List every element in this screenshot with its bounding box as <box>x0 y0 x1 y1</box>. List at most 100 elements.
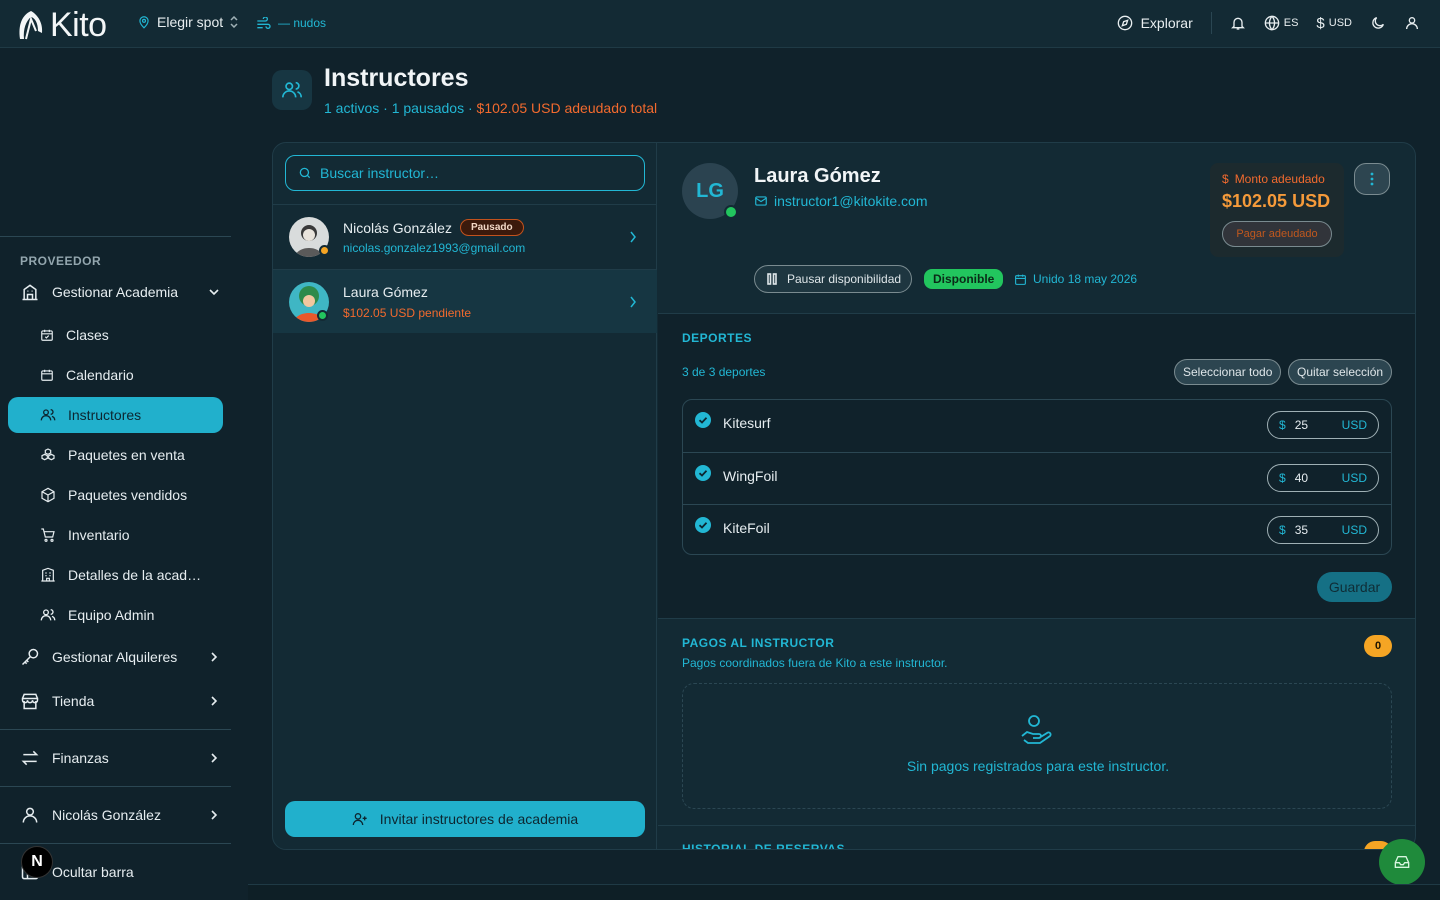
pay-owed-button[interactable]: Pagar adeudado <box>1222 221 1332 247</box>
sidebar-item-label: Paquetes vendidos <box>68 487 188 503</box>
paused-badge: Pausado <box>459 219 524 236</box>
sidebar-store[interactable]: Tienda <box>20 691 220 711</box>
more-options-button[interactable] <box>1354 163 1390 195</box>
select-all-button[interactable]: Seleccionar todo <box>1174 359 1282 385</box>
sidebar-item-inventario[interactable]: Inventario <box>40 527 129 543</box>
sidebar-item-equipo[interactable]: Equipo Admin <box>40 607 154 623</box>
sidebar-manage-rentals[interactable]: Gestionar Alquileres <box>20 647 220 667</box>
sports-list: Kitesurf $25 USD WingFoil $40 USD KiteFoil… <box>682 399 1392 555</box>
payments-count-badge: 0 <box>1364 635 1392 657</box>
building-detail-icon <box>41 567 55 582</box>
sidebar-manage-rentals-label: Gestionar Alquileres <box>52 649 178 665</box>
explore-label: Explorar <box>1140 15 1193 31</box>
save-button[interactable]: Guardar <box>1317 572 1392 602</box>
sidebar-manage-academy[interactable]: Gestionar Academia <box>20 282 220 302</box>
building-icon <box>22 284 38 301</box>
map-pin-icon <box>139 16 149 29</box>
sidebar-item-label: Calendario <box>66 367 134 383</box>
instructor-pending: $102.05 USD pendiente <box>343 306 472 320</box>
payments-empty-state: Sin pagos registrados para este instruct… <box>682 683 1392 809</box>
page-icon <box>272 70 312 110</box>
sidebar-item-instructores[interactable]: Instructores <box>8 397 223 433</box>
instructor-name: Laura Gómez <box>343 284 428 300</box>
sport-name: KiteFoil <box>723 520 770 536</box>
check-circle-icon[interactable] <box>695 465 711 481</box>
inbox-fab[interactable] <box>1379 839 1425 885</box>
instructors-card: Buscar instructor… Nicolás González Paus… <box>272 142 1416 850</box>
language-selector[interactable]: ES <box>1264 15 1298 31</box>
amount-owed-label: $ Monto adeudado <box>1222 172 1325 186</box>
paused-status-dot <box>319 245 330 256</box>
sport-name: WingFoil <box>723 468 778 484</box>
page-title: Instructores <box>324 64 469 92</box>
invite-instructors-button[interactable]: Invitar instructores de academia <box>285 801 645 837</box>
calendar-icon <box>41 369 53 381</box>
pause-availability-button[interactable]: Pausar disponibilidad <box>754 265 913 293</box>
sidebar-divider <box>0 843 231 844</box>
sidebar-manage-academy-label: Gestionar Academia <box>52 284 179 300</box>
kito-logo[interactable]: Kito <box>16 6 107 45</box>
sidebar-item-paquetes-venta[interactable]: Paquetes en venta <box>40 447 185 463</box>
search-input[interactable]: Buscar instructor… <box>285 155 645 191</box>
sidebar-item-label: Inventario <box>68 527 130 543</box>
compass-icon <box>1117 15 1132 31</box>
arrows-swap-icon <box>21 750 39 766</box>
sport-price-input[interactable]: $25 USD <box>1267 411 1379 439</box>
sidebar-item-label: Detalles de la acad… <box>68 567 202 583</box>
chevron-right-icon <box>211 810 218 820</box>
sidebar-item-label: Instructores <box>68 407 142 423</box>
brand-name: Kito <box>50 6 107 44</box>
moon-icon[interactable] <box>1370 15 1386 31</box>
profile-email[interactable]: instructor1@kitokite.com <box>754 193 927 209</box>
sport-row[interactable]: Kitesurf $25 USD <box>683 400 1391 452</box>
chevron-right-icon <box>211 753 218 763</box>
instructor-email: nicolas.gonzalez1993@gmail.com <box>343 241 526 255</box>
chevron-right-icon <box>630 296 636 308</box>
currency-selector[interactable]: $ USD <box>1316 15 1352 32</box>
explore-button[interactable]: Explorar <box>1117 15 1193 31</box>
instructor-row[interactable]: Nicolás González Pausado nicolas.gonzale… <box>273 204 657 268</box>
sidebar-finance[interactable]: Finanzas <box>20 748 220 768</box>
footer-strip <box>248 884 1440 900</box>
invite-label: Invitar instructores de academia <box>379 811 579 827</box>
sidebar-item-paquetes-vendidos[interactable]: Paquetes vendidos <box>40 487 187 503</box>
pause-icon <box>767 273 777 285</box>
sidebar-item-calendario[interactable]: Calendario <box>40 367 134 383</box>
sidebar-user-label: Nicolás González <box>52 807 161 823</box>
sidebar: PROVEEDOR Gestionar Academia Clases Cale… <box>0 48 232 900</box>
dollar-icon: $ <box>1279 523 1286 537</box>
sidebar-item-clases[interactable]: Clases <box>40 327 109 343</box>
available-status-dot <box>317 310 328 321</box>
sidebar-section-title: PROVEEDOR <box>20 254 102 268</box>
calendar-check-icon <box>41 329 53 341</box>
user-icon[interactable] <box>1404 15 1420 31</box>
check-circle-icon[interactable] <box>695 517 711 533</box>
instructor-detail-pane: LG Laura Gómez instructor1@kitokite.com … <box>658 143 1415 849</box>
sidebar-item-label: Paquetes en venta <box>68 447 185 463</box>
sport-row[interactable]: WingFoil $40 USD <box>683 452 1391 504</box>
payments-empty-text: Sin pagos registrados para este instruct… <box>906 758 1170 774</box>
amount-owed-value: $102.05 USD <box>1222 191 1331 211</box>
sport-row[interactable]: KiteFoil $35 USD <box>683 504 1391 554</box>
sport-price-input[interactable]: $35 USD <box>1267 516 1379 544</box>
clear-selection-button[interactable]: Quitar selección <box>1288 359 1393 385</box>
wind-indicator: — nudos <box>256 16 326 30</box>
users-icon <box>282 81 302 98</box>
more-vertical-icon <box>1370 172 1374 186</box>
sidebar-user[interactable]: Nicolás González <box>20 805 220 825</box>
instructor-row-selected[interactable]: Laura Gómez $102.05 USD pendiente <box>273 269 657 333</box>
spot-selector[interactable]: Elegir spot <box>137 14 239 30</box>
availability-badge: Disponible <box>924 269 1004 289</box>
bell-icon[interactable] <box>1230 15 1246 31</box>
cart-icon <box>41 528 55 542</box>
check-circle-icon[interactable] <box>695 412 711 428</box>
sports-count: 3 de 3 deportes <box>682 365 766 379</box>
key-icon <box>21 648 39 666</box>
search-icon <box>299 167 311 179</box>
wind-icon <box>257 17 271 29</box>
sidebar-item-detalles[interactable]: Detalles de la acad… <box>40 567 201 583</box>
sidebar-item-label: Equipo Admin <box>68 607 155 623</box>
sport-price-input[interactable]: $40 USD <box>1267 464 1379 492</box>
dev-avatar[interactable]: N <box>21 846 53 878</box>
mail-icon <box>755 196 767 206</box>
